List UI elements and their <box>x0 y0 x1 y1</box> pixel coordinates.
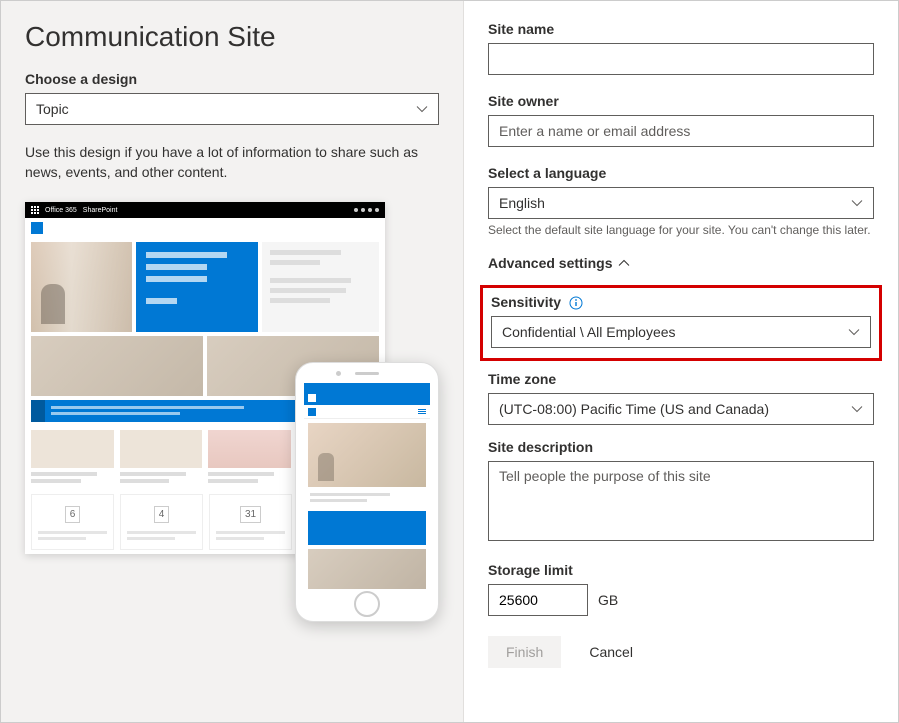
suite-brand: Office 365 <box>45 207 77 214</box>
preview-event-2: 4 <box>120 494 203 550</box>
site-name-field: Site name <box>488 21 874 75</box>
event-day-3: 31 <box>240 506 261 523</box>
description-label: Site description <box>488 439 874 455</box>
language-helper: Select the default site language for you… <box>488 223 874 237</box>
design-value: Topic <box>36 101 69 117</box>
preview-phone <box>295 362 439 622</box>
storage-unit: GB <box>598 592 618 608</box>
phone-tile <box>308 511 426 545</box>
description-input[interactable] <box>488 461 874 541</box>
phone-site-header <box>304 405 430 419</box>
left-panel: Communication Site Choose a design Topic… <box>1 1 464 722</box>
event-day-1: 6 <box>65 506 81 523</box>
preview-card-1 <box>31 430 114 486</box>
language-select[interactable]: English <box>488 187 874 219</box>
page-title: Communication Site <box>25 21 439 53</box>
design-field: Choose a design Topic <box>25 71 439 125</box>
preview-hero-image-1 <box>31 242 132 332</box>
preview-event-1: 6 <box>31 494 114 550</box>
chevron-down-icon <box>848 326 860 338</box>
language-value: English <box>499 195 545 211</box>
chevron-down-icon <box>416 103 428 115</box>
sensitivity-highlight: Sensitivity Confidential \ All Employees <box>480 285 882 361</box>
timezone-label: Time zone <box>488 371 874 387</box>
phone-image-2 <box>308 549 426 589</box>
suite-actions <box>354 208 379 212</box>
storage-field: Storage limit GB <box>488 562 874 616</box>
phone-hero-image <box>308 423 426 487</box>
preview-site-header <box>25 218 385 238</box>
cancel-button[interactable]: Cancel <box>571 636 651 668</box>
timezone-field: Time zone (UTC-08:00) Pacific Time (US a… <box>488 371 874 425</box>
finish-button[interactable]: Finish <box>488 636 561 668</box>
description-field: Site description <box>488 439 874 544</box>
site-name-label: Site name <box>488 21 874 37</box>
chevron-down-icon <box>851 403 863 415</box>
site-owner-label: Site owner <box>488 93 874 109</box>
button-row: Finish Cancel <box>488 636 874 668</box>
language-label: Select a language <box>488 165 874 181</box>
suite-app: SharePoint <box>83 207 118 214</box>
language-field: Select a language English Select the def… <box>488 165 874 237</box>
phone-home-button <box>354 591 380 617</box>
design-preview: Office 365 SharePoint <box>25 202 439 632</box>
design-select[interactable]: Topic <box>25 93 439 125</box>
sensitivity-value: Confidential \ All Employees <box>502 324 676 340</box>
site-logo <box>31 222 43 234</box>
sensitivity-select[interactable]: Confidential \ All Employees <box>491 316 871 348</box>
advanced-label: Advanced settings <box>488 255 612 271</box>
site-owner-input[interactable] <box>488 115 874 147</box>
phone-suite-bar <box>304 391 430 405</box>
sensitivity-label-text: Sensitivity <box>491 294 561 310</box>
preview-event-3: 31 <box>209 494 292 550</box>
preview-card-3 <box>208 430 291 486</box>
preview-suite-bar: Office 365 SharePoint <box>25 202 385 218</box>
preview-card-2 <box>120 430 203 486</box>
storage-label: Storage limit <box>488 562 874 578</box>
design-label: Choose a design <box>25 71 439 87</box>
chevron-down-icon <box>851 197 863 209</box>
waffle-icon <box>31 206 39 214</box>
preview-hero-text <box>262 242 379 332</box>
info-icon[interactable] <box>569 296 583 310</box>
sensitivity-label: Sensitivity <box>491 294 871 310</box>
advanced-settings-toggle[interactable]: Advanced settings <box>488 255 874 271</box>
timezone-value: (UTC-08:00) Pacific Time (US and Canada) <box>499 401 769 417</box>
hamburger-icon <box>418 409 426 414</box>
site-owner-field: Site owner <box>488 93 874 147</box>
preview-hero-tile <box>136 242 257 332</box>
chevron-up-icon <box>618 257 630 269</box>
design-description: Use this design if you have a lot of inf… <box>25 143 439 182</box>
storage-input[interactable] <box>488 584 588 616</box>
preview-mid-image-1 <box>31 336 203 396</box>
site-name-input[interactable] <box>488 43 874 75</box>
timezone-select[interactable]: (UTC-08:00) Pacific Time (US and Canada) <box>488 393 874 425</box>
event-day-2: 4 <box>154 506 170 523</box>
sensitivity-field: Sensitivity Confidential \ All Employees <box>491 294 871 348</box>
right-panel: Site name Site owner Select a language E… <box>464 1 898 722</box>
